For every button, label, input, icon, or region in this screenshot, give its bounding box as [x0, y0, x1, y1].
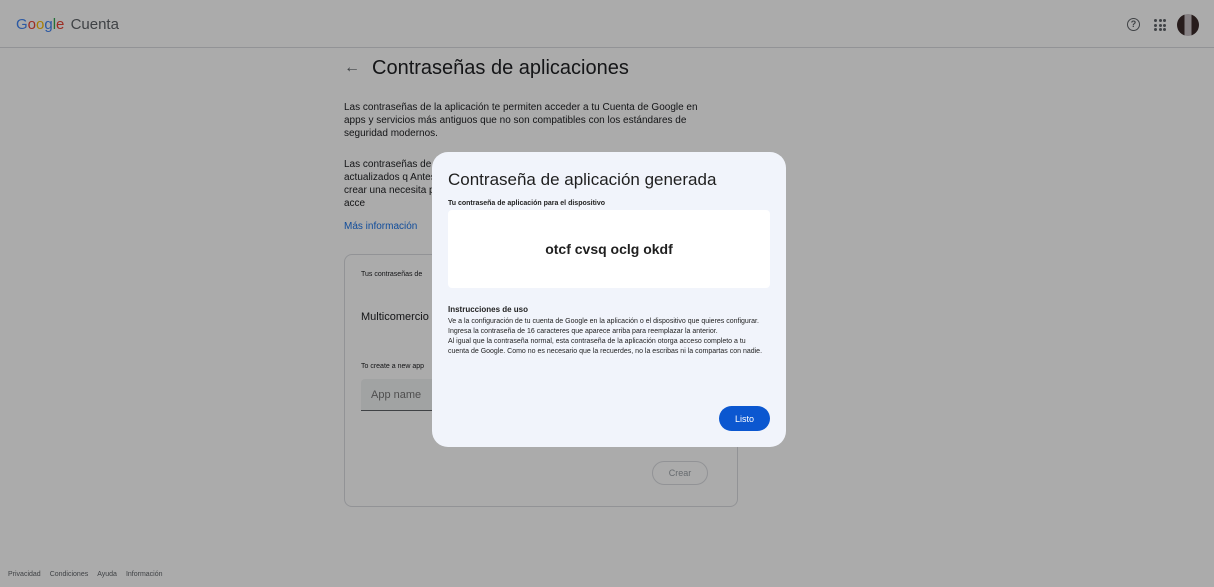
dialog-subtitle: Tu contraseña de aplicación para el disp… [448, 200, 606, 207]
instructions-paragraph-2: Al igual que la contraseña normal, esta … [448, 338, 763, 355]
generated-password[interactable]: otcf cvsq oclg okdf [545, 241, 673, 257]
instructions-title: Instrucciones de uso [448, 305, 529, 314]
instructions-text: Ve a la configuración de tu cuenta de Go… [448, 317, 768, 357]
done-button[interactable]: Listo [719, 406, 770, 431]
password-box: otcf cvsq oclg okdf [448, 210, 770, 288]
dialog-title: Contraseña de aplicación generada [448, 170, 717, 189]
generated-password-dialog: Contraseña de aplicación generada Tu con… [432, 152, 786, 447]
instructions-paragraph-1: Ve a la configuración de tu cuenta de Go… [448, 318, 759, 335]
